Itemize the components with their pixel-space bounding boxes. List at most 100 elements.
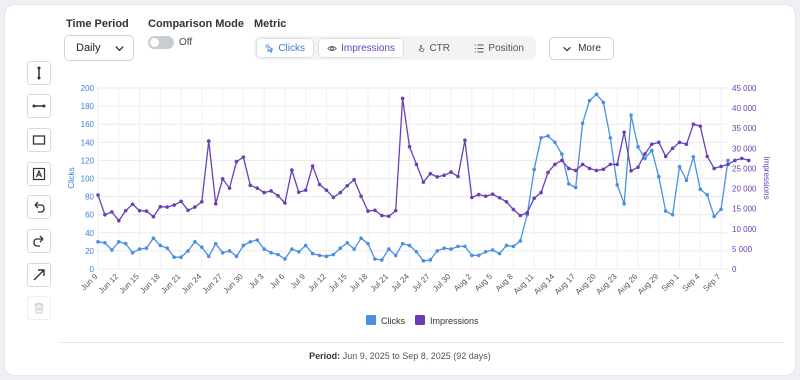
clicks-data-point: [213, 241, 218, 246]
clicks-data-point: [130, 250, 135, 255]
y-left-tick-label: 20: [85, 247, 94, 256]
clicks-data-point: [483, 250, 488, 254]
x-tick-label: Jun 15: [118, 272, 142, 296]
x-tick-label: Aug 2: [452, 272, 474, 294]
clicks-data-point: [629, 113, 633, 117]
impressions-data-point: [234, 159, 239, 164]
impressions-data-point: [179, 199, 183, 204]
clicks-data-point: [234, 254, 239, 259]
clicks-data-point: [324, 254, 329, 259]
clicks-data-point: [573, 185, 578, 190]
x-tick-label: Jul 21: [369, 272, 391, 294]
x-tick-label: Aug 29: [636, 272, 661, 297]
impressions-data-point: [276, 193, 280, 198]
clicks-data-point: [546, 134, 550, 138]
impressions-data-point: [726, 162, 730, 167]
y-left-tick-label: 100: [81, 175, 95, 184]
impressions-data-point: [490, 192, 495, 196]
x-tick-label: Jul 27: [410, 272, 432, 294]
clicks-data-point: [331, 252, 336, 257]
x-tick-label: Aug 14: [532, 272, 557, 297]
y-left-tick-label: 60: [85, 211, 94, 220]
clicks-data-point: [179, 255, 183, 260]
y-right-tick-label: 0: [732, 265, 737, 274]
impressions-data-point: [380, 213, 384, 218]
x-tick-label: Jun 12: [97, 272, 121, 296]
impressions-data-point: [532, 196, 536, 201]
clicks-data-point: [698, 187, 703, 192]
impressions-data-point: [608, 162, 613, 167]
impressions-data-point: [345, 183, 350, 188]
impressions-data-point: [629, 169, 633, 173]
impressions-data-point: [310, 164, 315, 168]
impressions-data-point: [200, 200, 204, 204]
y-right-tick-label: 15 000: [732, 205, 757, 214]
clicks-data-point: [248, 240, 253, 244]
impressions-data-point: [393, 208, 398, 213]
impressions-data-point: [650, 142, 654, 147]
clicks-data-point: [262, 247, 266, 251]
impressions-data-point: [573, 168, 578, 173]
clicks-data-point: [518, 239, 523, 243]
impressions-data-point: [172, 203, 176, 207]
y-right-tick-label: 10 000: [732, 225, 757, 234]
clicks-data-point: [470, 253, 474, 258]
impressions-data-point: [553, 162, 557, 167]
x-tick-label: Aug 11: [512, 272, 536, 296]
x-tick-label: Jun 30: [221, 272, 245, 296]
impressions-data-point: [518, 213, 523, 218]
period-text: Jun 9, 2025 to Sep 8, 2025 (92 days): [342, 351, 491, 361]
legend-swatch: [366, 315, 376, 325]
impressions-data-point: [622, 130, 626, 135]
impressions-data-point: [331, 195, 336, 200]
impressions-data-point: [241, 155, 246, 159]
clicks-data-point: [137, 247, 142, 251]
clicks-data-point: [677, 164, 682, 169]
impressions-data-point: [677, 140, 682, 145]
impressions-data-point: [663, 154, 668, 159]
impressions-data-point: [746, 158, 751, 163]
clicks-data-point: [380, 258, 384, 262]
y-left-tick-label: 140: [81, 138, 95, 147]
impressions-data-point: [110, 210, 114, 214]
impressions-data-point: [386, 214, 391, 219]
impressions-data-point: [359, 194, 363, 198]
x-tick-label: Jun 24: [180, 272, 204, 296]
y-left-tick-label: 180: [81, 102, 95, 111]
clicks-data-point: [553, 140, 557, 145]
x-tick-label: Jul 3: [247, 272, 266, 291]
x-tick-label: Jul 15: [327, 272, 349, 294]
clicks-data-point: [414, 250, 419, 254]
impressions-data-point: [137, 208, 142, 213]
clicks-data-point: [186, 249, 190, 253]
clicks-data-point: [566, 182, 571, 186]
impressions-data-point: [283, 201, 287, 205]
clicks-data-point: [656, 174, 661, 179]
clicks-data-point: [490, 248, 495, 252]
clicks-data-point: [303, 243, 308, 248]
y-right-tick-label: 30 000: [732, 144, 757, 153]
impressions-data-point: [144, 209, 149, 213]
impressions-data-point: [116, 218, 121, 223]
x-tick-label: Aug 17: [553, 272, 578, 297]
impressions-data-point: [670, 146, 675, 151]
y-left-tick-label: 120: [81, 156, 95, 165]
clicks-data-point: [532, 167, 536, 172]
clicks-data-point: [560, 152, 564, 156]
clicks-data-point: [165, 246, 170, 250]
legend-label: Impressions: [430, 316, 479, 326]
impressions-data-point: [366, 209, 370, 213]
impressions-data-point: [497, 196, 502, 200]
clicks-data-point: [172, 255, 176, 260]
impressions-data-point: [269, 189, 273, 193]
y-right-tick-label: 20 000: [732, 185, 757, 194]
y-right-tick-label: 5 000: [732, 245, 753, 254]
impressions-data-point: [227, 186, 232, 190]
impressions-data-point: [193, 205, 197, 209]
impressions-data-point: [733, 158, 737, 163]
clicks-data-point: [691, 154, 696, 159]
clicks-data-point: [241, 243, 246, 248]
x-tick-label: Jun 21: [159, 272, 183, 296]
clicks-data-point: [407, 243, 412, 248]
x-tick-label: Sep 7: [701, 272, 723, 294]
